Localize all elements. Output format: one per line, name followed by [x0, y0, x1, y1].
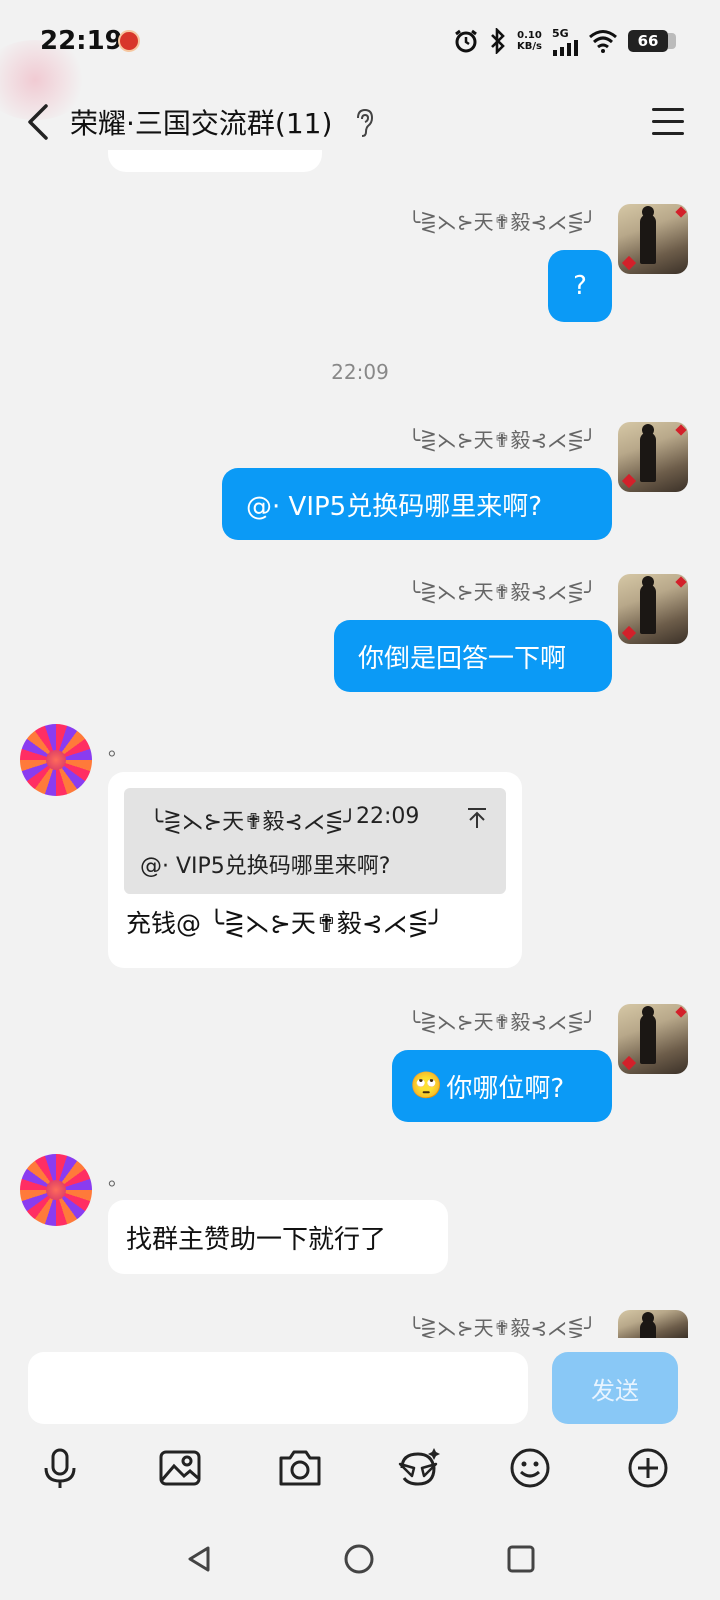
eye-roll-emoji: 🙄 [410, 1071, 443, 1101]
my-avatar[interactable] [618, 574, 688, 644]
chat-timestamp: 22:09 [331, 360, 389, 384]
sender-nickname: ╰⋛⋋⊱天✟毅⊰⋌⋚╯ [408, 1010, 596, 1034]
quoted-time: 22:09 [356, 804, 420, 829]
cell-signal: 5G [552, 27, 578, 56]
member-avatar[interactable] [20, 724, 92, 796]
message-text: 你哪位啊? [446, 1073, 565, 1104]
alarm-icon [455, 29, 477, 53]
my-avatar[interactable] [618, 422, 688, 492]
nav-back-icon [188, 1546, 210, 1572]
ear-icon[interactable] [354, 108, 376, 138]
image-button[interactable] [150, 1438, 210, 1498]
my-avatar[interactable] [618, 1004, 688, 1074]
nav-home-button[interactable] [334, 1534, 384, 1584]
member-avatar[interactable] [20, 1154, 92, 1226]
status-time: 22:19 [40, 26, 123, 56]
menu-icon [652, 108, 684, 135]
message-bubble[interactable]: 找群主赞助一下就行了 [108, 1200, 448, 1274]
sender-nickname: ╰⋛⋋⊱天✟毅⊰⋌⋚╯ [408, 428, 596, 452]
plus-icon [628, 1448, 668, 1488]
net-speed-unit: KB/s [517, 41, 542, 52]
emoji-button[interactable] [500, 1438, 560, 1498]
previous-message-bubble [108, 150, 322, 172]
microphone-icon [44, 1448, 76, 1488]
system-navigation-bar [0, 1520, 720, 1600]
message-bubble[interactable]: 🙄 你哪位啊? [392, 1050, 612, 1122]
nav-recents-button[interactable] [496, 1534, 546, 1584]
sender-nickname: 。 [108, 1166, 128, 1190]
message-bubble[interactable]: @· VIP5兑换码哪里来啊? [222, 468, 612, 540]
sender-nickname: ╰⋛⋋⊱天✟毅⊰⋌⋚╯ [408, 210, 596, 234]
jump-to-top-icon[interactable] [466, 806, 488, 830]
back-button[interactable] [22, 100, 62, 144]
group-title[interactable]: 荣耀·三国交流群(11) [70, 102, 332, 142]
status-icons: 0.10 KB/s 5G 66 [453, 26, 676, 56]
message-input[interactable] [28, 1352, 528, 1424]
quoted-nickname: ╰⋛⋋⊱天✟毅⊰⋌⋚╯ [150, 810, 357, 835]
my-avatar[interactable] [618, 1310, 688, 1338]
my-avatar[interactable] [618, 204, 688, 274]
message-bubble[interactable]: 你倒是回答一下啊 [334, 620, 612, 692]
nav-home-icon [344, 1544, 374, 1574]
camera-button[interactable] [270, 1438, 330, 1498]
battery-icon: 66 [628, 30, 676, 52]
net-speed-value: 0.10 [517, 30, 542, 41]
message-text: 充钱@ ╰⋛⋋⊱天✟毅⊰⋌⋚╯ [126, 909, 444, 938]
more-button[interactable] [618, 1438, 678, 1498]
back-icon [28, 104, 48, 140]
network-type: 5G [552, 26, 569, 40]
sender-nickname: ╰⋛⋋⊱天✟毅⊰⋌⋚╯ [408, 1316, 596, 1340]
input-toolbar [0, 1438, 720, 1528]
camera-icon [279, 1450, 321, 1486]
bluetooth-icon [491, 28, 505, 54]
sticker-button[interactable] [388, 1438, 448, 1498]
message-text: 找群主赞助一下就行了 [126, 1224, 387, 1255]
send-button[interactable]: 发送 [552, 1352, 678, 1424]
quoted-message[interactable]: ╰⋛⋋⊱天✟毅⊰⋌⋚╯ 22:09 @· VIP5兑换码哪里来啊? [124, 788, 506, 894]
sender-nickname: 。 [108, 736, 128, 760]
voice-button[interactable] [30, 1438, 90, 1498]
message-bubble[interactable]: ? [548, 250, 612, 322]
image-icon [159, 1450, 201, 1486]
reply-message-bubble[interactable]: ╰⋛⋋⊱天✟毅⊰⋌⋚╯ 22:09 @· VIP5兑换码哪里来啊? 充钱@ ╰⋛… [108, 772, 522, 968]
nav-back-button[interactable] [174, 1534, 224, 1584]
app-notification-icon [118, 30, 140, 52]
net-speed: 0.10 KB/s [517, 30, 542, 52]
emoji-icon [510, 1448, 550, 1488]
input-bar: 发送 [0, 1338, 720, 1438]
status-bar: 22:19 0.10 KB/s 5G 66 [0, 0, 720, 120]
sticker-icon [398, 1448, 440, 1486]
signal-icon [553, 39, 578, 56]
wifi-icon [589, 30, 617, 53]
menu-button[interactable] [650, 104, 686, 138]
sender-nickname: ╰⋛⋋⊱天✟毅⊰⋌⋚╯ [408, 580, 596, 604]
quoted-text: @· VIP5兑换码哪里来啊? [140, 854, 391, 879]
nav-recents-icon [507, 1545, 535, 1573]
